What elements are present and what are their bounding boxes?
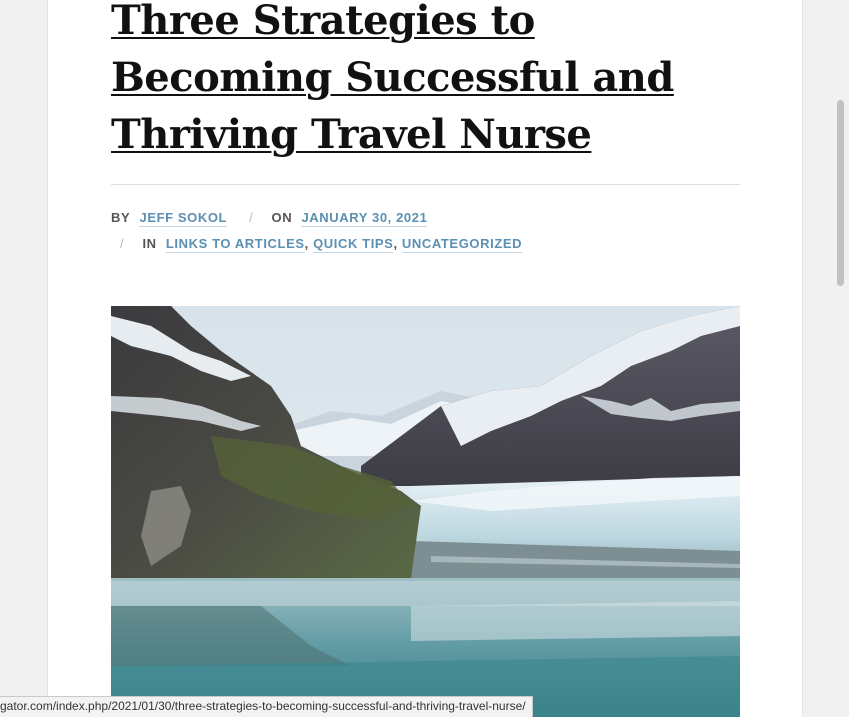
date-link[interactable]: January 30, 2021 [301, 210, 428, 227]
category-link-links-to-articles[interactable]: Links to Articles [165, 236, 305, 253]
category-comma: , [304, 236, 309, 251]
author-link[interactable]: Jeff Sokol [139, 210, 227, 227]
in-prefix: In [142, 236, 157, 251]
title-divider [111, 184, 740, 185]
category-comma: , [393, 236, 398, 251]
vertical-scrollbar[interactable] [832, 0, 849, 717]
post-meta-line: By Jeff Sokol / On January 30, 2021 [111, 210, 428, 227]
post-title-link[interactable]: Three Strategies to Becoming Successful … [111, 0, 741, 163]
article-page: Three Strategies to Becoming Successful … [47, 0, 803, 717]
meta-separator: / [120, 236, 125, 251]
scrollbar-thumb[interactable] [837, 100, 844, 286]
by-prefix: By [111, 210, 131, 225]
post-categories-line: / In Links to Articles, Quick Tips, Unca… [120, 236, 523, 253]
on-prefix: On [271, 210, 293, 225]
featured-image[interactable] [111, 306, 740, 717]
link-status-bar: gator.com/index.php/2021/01/30/three-str… [0, 696, 533, 717]
glacier-landscape-photo [111, 306, 740, 717]
meta-separator: / [249, 210, 254, 225]
category-link-quick-tips[interactable]: Quick Tips [313, 236, 394, 253]
category-link-uncategorized[interactable]: Uncategorized [401, 236, 523, 253]
